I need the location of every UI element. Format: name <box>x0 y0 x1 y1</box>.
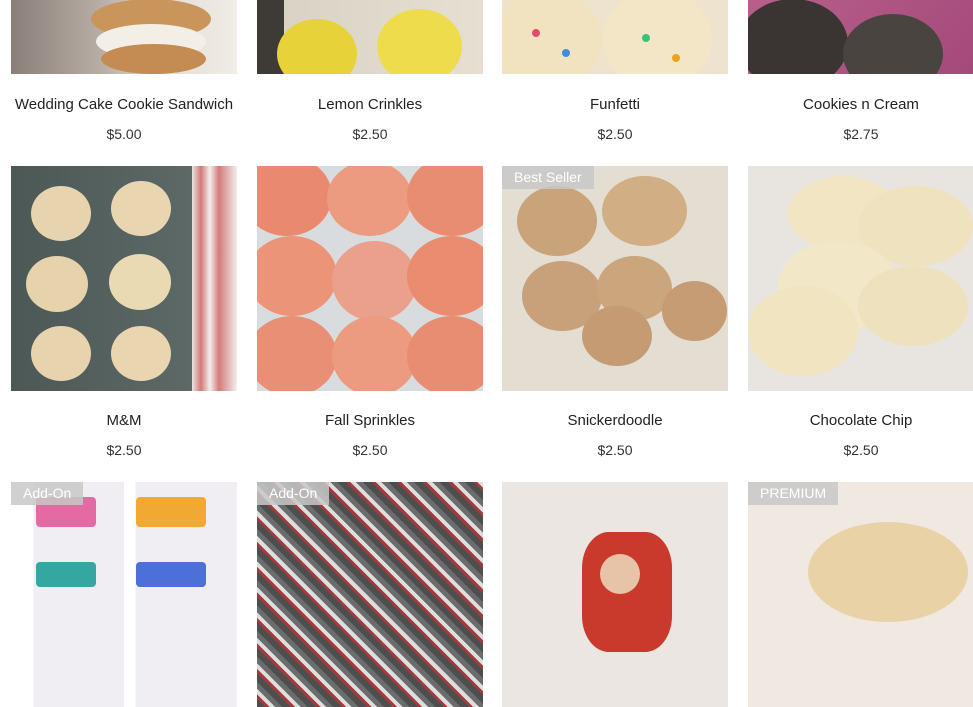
product-card[interactable] <box>502 0 728 74</box>
product-card[interactable] <box>11 166 237 391</box>
product-image[interactable] <box>748 0 973 74</box>
product-price: $2.50 <box>597 126 633 142</box>
product-price: $2.50 <box>352 442 388 458</box>
product-name[interactable]: Fall Sprinkles <box>257 412 483 429</box>
product-image[interactable] <box>502 0 728 74</box>
ribbon-badge: Add-On <box>257 482 330 505</box>
product-image[interactable] <box>257 166 483 391</box>
product-image[interactable] <box>748 482 973 707</box>
product-image[interactable] <box>748 166 973 391</box>
product-price: $2.75 <box>843 126 879 142</box>
product-card[interactable] <box>11 0 237 74</box>
product-price: $2.50 <box>352 126 388 142</box>
product-image[interactable] <box>502 166 728 391</box>
product-card[interactable]: Best Seller <box>502 166 728 391</box>
product-card[interactable]: PREMIUM <box>748 482 973 707</box>
ribbon-badge: PREMIUM <box>748 482 839 505</box>
product-image[interactable] <box>257 0 483 74</box>
product-card[interactable] <box>257 0 483 74</box>
product-card[interactable]: Add-On <box>257 482 483 707</box>
product-image[interactable] <box>11 482 237 707</box>
product-card[interactable] <box>748 0 973 74</box>
product-name[interactable]: Cookies n Cream <box>748 96 973 113</box>
product-name[interactable]: Chocolate Chip <box>748 412 973 429</box>
product-name[interactable]: Funfetti <box>502 96 728 113</box>
product-card[interactable] <box>502 482 728 707</box>
product-price: $2.50 <box>106 442 142 458</box>
product-price: $5.00 <box>106 126 142 142</box>
product-card[interactable]: Add-On <box>11 482 237 707</box>
product-price: $2.50 <box>597 442 633 458</box>
product-name[interactable]: Lemon Crinkles <box>257 96 483 113</box>
product-card[interactable] <box>748 166 973 391</box>
product-name[interactable]: Snickerdoodle <box>502 412 728 429</box>
product-price: $2.50 <box>843 442 879 458</box>
product-name[interactable]: M&M <box>11 412 237 429</box>
product-image[interactable] <box>11 166 237 391</box>
product-card[interactable] <box>257 166 483 391</box>
ribbon-badge: Add-On <box>11 482 84 505</box>
ribbon-badge: Best Seller <box>502 166 594 189</box>
product-image[interactable] <box>257 482 483 707</box>
product-image[interactable] <box>11 0 237 74</box>
product-name[interactable]: Wedding Cake Cookie Sandwich <box>11 96 237 113</box>
product-image[interactable] <box>502 482 728 707</box>
